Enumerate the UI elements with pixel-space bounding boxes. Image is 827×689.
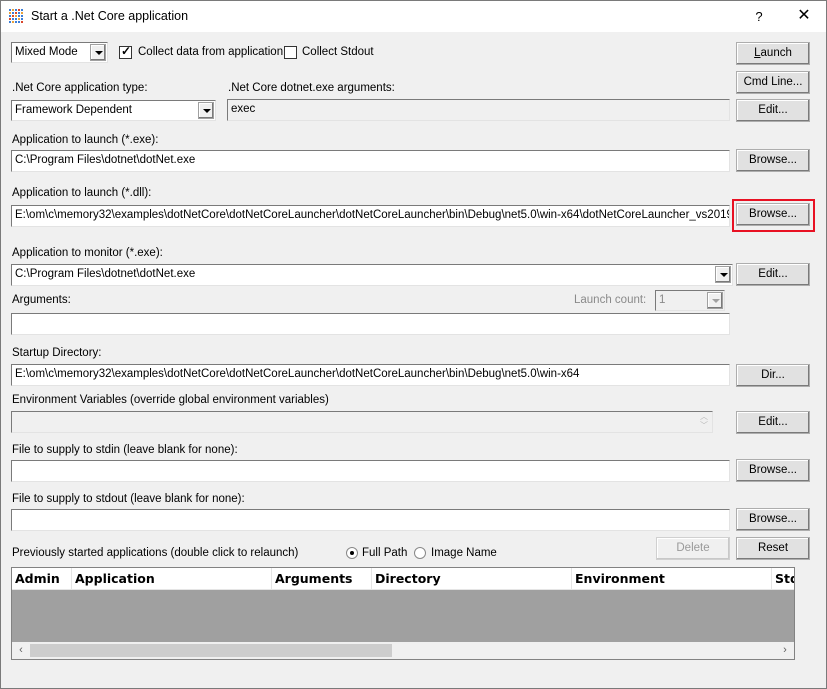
column-header-directory[interactable]: Directory xyxy=(372,568,572,590)
env-vars-field[interactable] xyxy=(11,411,713,433)
browse-stdin-button[interactable]: Browse... xyxy=(736,459,810,482)
icon-cell xyxy=(15,21,17,23)
icon-cell xyxy=(9,21,11,23)
column-header-environment[interactable]: Environment xyxy=(572,568,772,590)
chevron-down-icon[interactable] xyxy=(198,102,214,119)
dir-button[interactable]: Dir... xyxy=(736,364,810,387)
edit-dotnet-args-button[interactable]: Edit... xyxy=(736,99,810,122)
icon-cell xyxy=(12,9,14,11)
full-path-radio[interactable] xyxy=(346,547,358,559)
collect-data-label: Collect data from application xyxy=(138,46,284,58)
launch-count-select: 1 xyxy=(655,290,725,311)
icon-cell xyxy=(21,18,23,20)
icon-cell xyxy=(15,18,17,20)
dotnet-args-label: .Net Core dotnet.exe arguments: xyxy=(228,82,395,94)
mode-select[interactable]: Mixed Mode xyxy=(11,42,108,63)
column-header-application[interactable]: Application xyxy=(72,568,272,590)
close-icon: ✕ xyxy=(797,7,811,24)
arguments-label: Arguments: xyxy=(12,294,71,306)
icon-cell xyxy=(15,9,17,11)
startup-dir-label: Startup Directory: xyxy=(12,347,102,359)
icon-cell xyxy=(18,9,20,11)
chevron-left-icon[interactable]: ‹ xyxy=(14,644,28,657)
history-list[interactable]: Admin Application Arguments Directory En… xyxy=(11,567,795,660)
mode-select-value: Mixed Mode xyxy=(15,46,78,58)
launch-exe-label: Application to launch (*.exe): xyxy=(12,134,159,146)
window-title: Start a .Net Core application xyxy=(31,9,189,23)
stdout-field[interactable] xyxy=(11,509,730,531)
help-button[interactable]: ? xyxy=(746,6,772,28)
icon-cell xyxy=(21,21,23,23)
stdout-label: File to supply to stdout (leave blank fo… xyxy=(12,493,245,505)
close-button[interactable]: ✕ xyxy=(789,5,819,27)
horizontal-scrollbar[interactable]: ‹ › xyxy=(12,642,794,659)
app-type-select[interactable]: Framework Dependent xyxy=(11,100,216,121)
launch-count-value: 1 xyxy=(659,294,666,306)
column-header-admin[interactable]: Admin xyxy=(12,568,72,590)
image-name-label: Image Name xyxy=(431,547,497,559)
collect-stdout-checkbox[interactable] xyxy=(284,46,297,59)
edit-monitor-button[interactable]: Edit... xyxy=(736,263,810,286)
history-label: Previously started applications (double … xyxy=(12,547,299,559)
icon-cell xyxy=(21,12,23,14)
dialog-window: Start a .Net Core application ? ✕ Mixed … xyxy=(0,0,827,689)
browse-stdout-button[interactable]: Browse... xyxy=(736,508,810,531)
icon-cell xyxy=(9,18,11,20)
monitor-exe-select[interactable]: C:\Program Files\dotnet\dotNet.exe xyxy=(11,264,733,286)
launch-count-label: Launch count: xyxy=(574,294,647,306)
list-body xyxy=(12,590,794,642)
launch-exe-field[interactable]: C:\Program Files\dotnet\dotNet.exe xyxy=(11,150,730,172)
chevron-down-icon xyxy=(707,292,723,309)
launch-dll-field[interactable]: E:\om\c\memory32\examples\dotNetCore\dot… xyxy=(11,205,730,227)
chevron-right-icon[interactable]: › xyxy=(778,644,792,657)
icon-cell xyxy=(21,15,23,17)
icon-cell xyxy=(18,12,20,14)
delete-button: Delete xyxy=(656,537,730,560)
app-type-label: .Net Core application type: xyxy=(12,82,148,94)
icon-cell xyxy=(9,9,11,11)
collect-stdout-label: Collect Stdout xyxy=(302,46,374,58)
list-header: Admin Application Arguments Directory En… xyxy=(12,568,794,590)
env-vars-label: Environment Variables (override global e… xyxy=(12,394,329,406)
launch-dll-label: Application to launch (*.dll): xyxy=(12,187,152,199)
icon-cell xyxy=(9,15,11,17)
collect-data-checkbox[interactable] xyxy=(119,44,132,59)
icon-cell xyxy=(9,12,11,14)
cmd-line-button[interactable]: Cmd Line... xyxy=(736,71,810,94)
browse-dll-button[interactable]: Browse... xyxy=(736,203,810,226)
icon-cell xyxy=(18,15,20,17)
launch-button[interactable]: Launch xyxy=(736,42,810,65)
chevron-down-icon[interactable] xyxy=(90,44,106,61)
icon-cell xyxy=(12,21,14,23)
title-bar: Start a .Net Core application ? ✕ xyxy=(1,1,826,32)
app-type-value: Framework Dependent xyxy=(15,104,132,116)
image-name-radio[interactable] xyxy=(414,547,426,559)
icon-cell xyxy=(18,18,20,20)
edit-env-button[interactable]: Edit... xyxy=(736,411,810,434)
column-header-stdin[interactable]: Std xyxy=(772,568,794,590)
dotnet-args-field[interactable]: exec xyxy=(227,99,730,121)
arguments-field[interactable] xyxy=(11,313,730,335)
full-path-label: Full Path xyxy=(362,547,408,559)
monitor-exe-value: C:\Program Files\dotnet\dotNet.exe xyxy=(15,268,196,280)
stdin-field[interactable] xyxy=(11,460,730,482)
icon-cell xyxy=(18,21,20,23)
startup-dir-field[interactable]: E:\om\c\memory32\examples\dotNetCore\dot… xyxy=(11,364,730,386)
icon-cell xyxy=(12,18,14,20)
spin-arrows-icon: ︿ ﹀ xyxy=(700,412,708,430)
chevron-down-icon[interactable] xyxy=(715,266,731,283)
icon-cell xyxy=(12,12,14,14)
icon-cell xyxy=(12,15,14,17)
browse-exe-button[interactable]: Browse... xyxy=(736,149,810,172)
column-header-arguments[interactable]: Arguments xyxy=(272,568,372,590)
reset-button[interactable]: Reset xyxy=(736,537,810,560)
icon-cell xyxy=(21,9,23,11)
stdin-label: File to supply to stdin (leave blank for… xyxy=(12,444,238,456)
icon-cell xyxy=(15,12,17,14)
grid-app-icon xyxy=(9,9,25,24)
monitor-exe-label: Application to monitor (*.exe): xyxy=(12,247,163,259)
icon-cell xyxy=(15,15,17,17)
scrollbar-thumb[interactable] xyxy=(30,644,392,657)
